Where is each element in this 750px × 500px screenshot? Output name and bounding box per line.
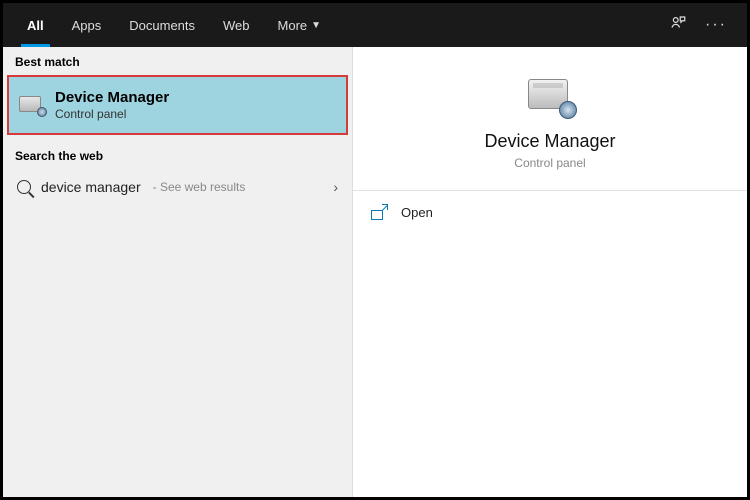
- tab-documents[interactable]: Documents: [115, 3, 209, 47]
- chevron-right-icon: ›: [333, 179, 338, 195]
- search-topbar: All Apps Documents Web More ▼ ···: [3, 3, 747, 47]
- tab-label: Apps: [72, 18, 102, 33]
- topbar-actions: ···: [669, 14, 737, 37]
- tab-label: More: [278, 18, 308, 33]
- tab-apps[interactable]: Apps: [58, 3, 116, 47]
- filter-tabs: All Apps Documents Web More ▼: [13, 3, 335, 47]
- best-match-result[interactable]: Device Manager Control panel: [7, 75, 348, 135]
- more-options-icon[interactable]: ···: [705, 16, 727, 34]
- results-panel: Best match Device Manager Control panel …: [3, 47, 353, 497]
- open-action[interactable]: Open: [353, 191, 747, 234]
- best-match-text: Device Manager Control panel: [55, 89, 169, 121]
- result-subtitle: Control panel: [55, 107, 169, 121]
- device-manager-icon: [526, 75, 574, 117]
- preview-header: Device Manager Control panel: [353, 47, 747, 190]
- tab-all[interactable]: All: [13, 3, 58, 47]
- web-hint-text: - See web results: [153, 180, 246, 194]
- open-icon: [371, 206, 387, 220]
- preview-subtitle: Control panel: [373, 156, 727, 170]
- tab-web[interactable]: Web: [209, 3, 264, 47]
- preview-title: Device Manager: [373, 131, 727, 152]
- web-search-result[interactable]: device manager - See web results ›: [3, 169, 352, 205]
- tab-label: Web: [223, 18, 250, 33]
- web-query-text: device manager: [41, 179, 141, 195]
- tab-label: Documents: [129, 18, 195, 33]
- action-label: Open: [401, 205, 433, 220]
- feedback-icon[interactable]: [669, 14, 687, 37]
- tab-label: All: [27, 18, 44, 33]
- preview-panel: Device Manager Control panel Open: [353, 47, 747, 497]
- best-match-header: Best match: [3, 47, 352, 75]
- tab-more[interactable]: More ▼: [264, 3, 336, 47]
- search-icon: [17, 180, 31, 194]
- search-content: Best match Device Manager Control panel …: [3, 47, 747, 497]
- device-manager-icon: [19, 94, 45, 116]
- chevron-down-icon: ▼: [311, 20, 321, 31]
- search-web-header: Search the web: [3, 141, 352, 169]
- result-title: Device Manager: [55, 89, 169, 106]
